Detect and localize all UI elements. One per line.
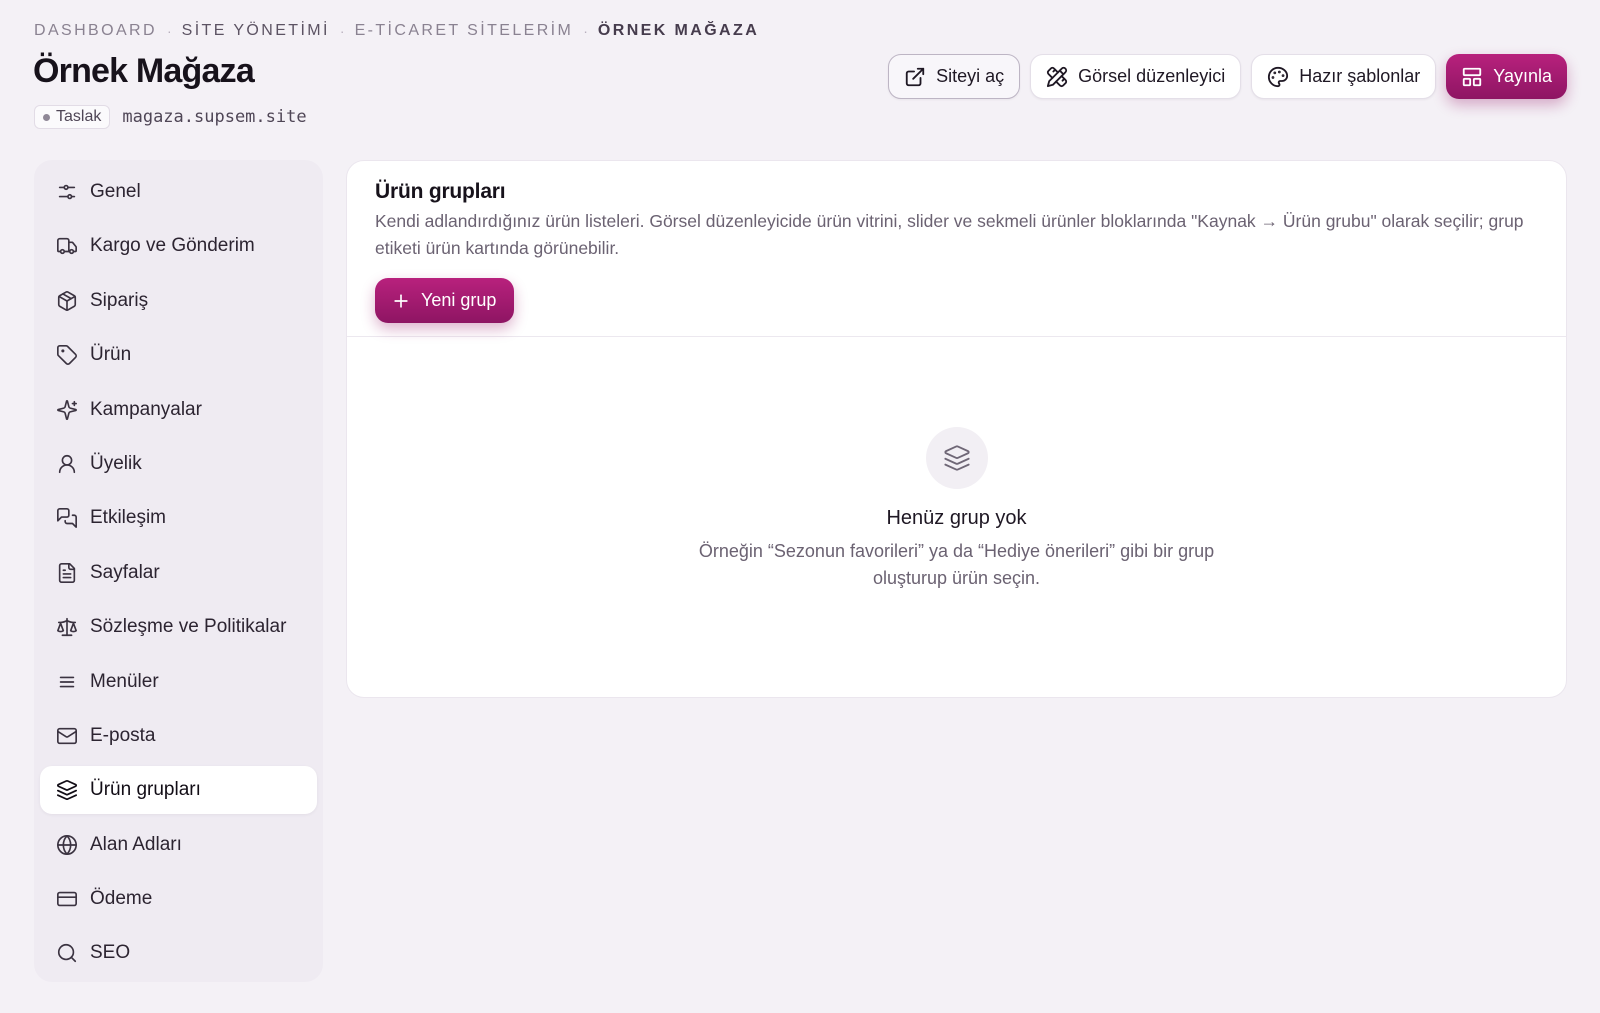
sidebar-item-label: SEO xyxy=(90,942,131,964)
sidebar-item-engagement[interactable]: Etkileşim xyxy=(40,494,317,542)
sidebar-item-general[interactable]: Genel xyxy=(40,168,317,216)
site-meta: Taslak magaza.supsem.site xyxy=(34,105,307,129)
new-group-button[interactable]: Yeni grup xyxy=(375,278,514,323)
sidebar-item-shipping[interactable]: Kargo ve Gönderim xyxy=(40,222,317,270)
sidebar-item-domains[interactable]: Alan Adları xyxy=(40,821,317,869)
mail-icon xyxy=(57,727,77,745)
sidebar-item-label: Ürün grupları xyxy=(90,779,201,801)
open-site-button[interactable]: Siteyi aç xyxy=(888,54,1021,99)
credit-card-icon xyxy=(57,891,77,907)
globe-icon xyxy=(57,834,77,855)
sidebar-item-pages[interactable]: Sayfalar xyxy=(40,549,317,597)
package-icon xyxy=(57,290,77,311)
breadcrumb: DASHBOARD · SİTE YÖNETİMİ · E-TİCARET Sİ… xyxy=(34,22,759,40)
sidebar-item-product[interactable]: Ürün xyxy=(40,331,317,379)
breadcrumb-separator: · xyxy=(583,23,588,39)
sidebar-item-label: Ürün xyxy=(90,344,132,366)
card-header: Ürün grupları Kendi adlandırdığınız ürün… xyxy=(347,161,1566,337)
sidebar-item-label: Genel xyxy=(90,181,141,202)
layout-icon xyxy=(1463,67,1482,86)
sidebar-item-label: Ödeme xyxy=(90,888,153,910)
search-icon xyxy=(57,944,77,963)
empty-state-description: Örneğin “Sezonun favorileri” ya da “Hedi… xyxy=(698,541,1215,588)
breadcrumb-current: ÖRNEK MAĞAZA xyxy=(597,22,760,39)
external-link-icon xyxy=(905,67,925,86)
status-badge: Taslak xyxy=(34,105,111,129)
sidebar-item-orders[interactable]: Sipariş xyxy=(40,277,317,325)
visual-editor-button[interactable]: Görsel düzenleyici xyxy=(1030,54,1242,99)
sidebar-item-label: Sipariş xyxy=(90,289,149,311)
header-actions: Siteyi aç Görsel düzenleyici Hazır şablo… xyxy=(888,54,1567,99)
sidebar-item-label: E-posta xyxy=(90,724,156,746)
breadcrumb-separator: · xyxy=(339,23,345,39)
sidebar-item-label: Etkileşim xyxy=(90,507,167,529)
plus-icon xyxy=(394,293,408,308)
sidebar-item-label: Sözleşme ve Politikalar xyxy=(90,616,287,638)
scale-icon xyxy=(57,618,77,637)
breadcrumb-dashboard[interactable]: DASHBOARD xyxy=(34,22,157,40)
empty-state: Henüz grup yok Örneğin “Sezonun favorile… xyxy=(347,427,1566,592)
templates-button[interactable]: Hazır şablonlar xyxy=(1251,54,1437,99)
sidebar-item-email[interactable]: E-posta xyxy=(40,712,317,760)
tag-icon xyxy=(57,345,77,366)
sidebar-item-payment[interactable]: Ödeme xyxy=(40,875,317,923)
publish-label: Yayınla xyxy=(1493,66,1552,86)
publish-button[interactable]: Yayınla xyxy=(1446,54,1567,99)
layers-icon xyxy=(943,445,970,471)
sidebar-item-menus[interactable]: Menüler xyxy=(40,658,317,706)
sidebar-item-label: Alan Adları xyxy=(90,833,182,855)
menu-icon xyxy=(59,676,75,687)
sidebar-item-membership[interactable]: Üyelik xyxy=(40,440,317,488)
pencil-ruler-icon xyxy=(1047,66,1068,87)
palette-icon xyxy=(1268,66,1289,87)
sidebar-item-label: Menüler xyxy=(90,670,159,692)
sidebar-item-label: Sayfalar xyxy=(90,561,160,583)
new-group-label: Yeni grup xyxy=(421,290,497,310)
page-title: Örnek Mağaza xyxy=(33,52,255,90)
status-badge-label: Taslak xyxy=(56,108,102,125)
sidebar-item-campaigns[interactable]: Kampanyalar xyxy=(40,386,317,434)
truck-icon xyxy=(57,238,77,255)
sidebar-item-seo[interactable]: SEO xyxy=(40,929,317,977)
visual-editor-label: Görsel düzenleyici xyxy=(1078,66,1226,86)
sidebar-item-label: Kampanyalar xyxy=(90,398,202,420)
section-description: Kendi adlandırdığınız ürün listeleri. Gö… xyxy=(375,211,1524,258)
user-icon xyxy=(58,454,76,474)
messages-icon xyxy=(57,508,77,529)
empty-state-icon-wrap xyxy=(925,427,988,489)
sidebar-item-product-groups[interactable]: Ürün grupları xyxy=(40,766,317,815)
breadcrumb-site-management[interactable]: SİTE YÖNETİMİ xyxy=(182,22,330,40)
empty-state-title: Henüz grup yok xyxy=(886,507,1027,529)
sparkles-icon xyxy=(57,399,77,420)
sidebar-item-label: Üyelik xyxy=(90,452,142,474)
settings-sidebar: Genel Kargo ve Gönderim Sipariş Ürün Kam… xyxy=(34,160,323,982)
site-domain: magaza.supsem.site xyxy=(122,107,307,127)
breadcrumb-separator: · xyxy=(166,23,172,39)
sidebar-item-policies[interactable]: Sözleşme ve Politikalar xyxy=(40,603,317,651)
status-dot-icon xyxy=(43,113,50,121)
file-icon xyxy=(58,562,76,583)
section-title: Ürün grupları xyxy=(375,180,506,203)
open-site-label: Siteyi aç xyxy=(936,66,1005,86)
breadcrumb-ecommerce-sites[interactable]: E-TİCARET SİTELERİM xyxy=(355,22,574,40)
templates-label: Hazır şablonlar xyxy=(1299,66,1421,86)
layers-icon xyxy=(56,780,78,801)
product-groups-card: Ürün grupları Kendi adlandırdığınız ürün… xyxy=(346,160,1567,698)
sidebar-item-label: Kargo ve Gönderim xyxy=(90,235,255,257)
sliders-icon xyxy=(58,184,76,200)
